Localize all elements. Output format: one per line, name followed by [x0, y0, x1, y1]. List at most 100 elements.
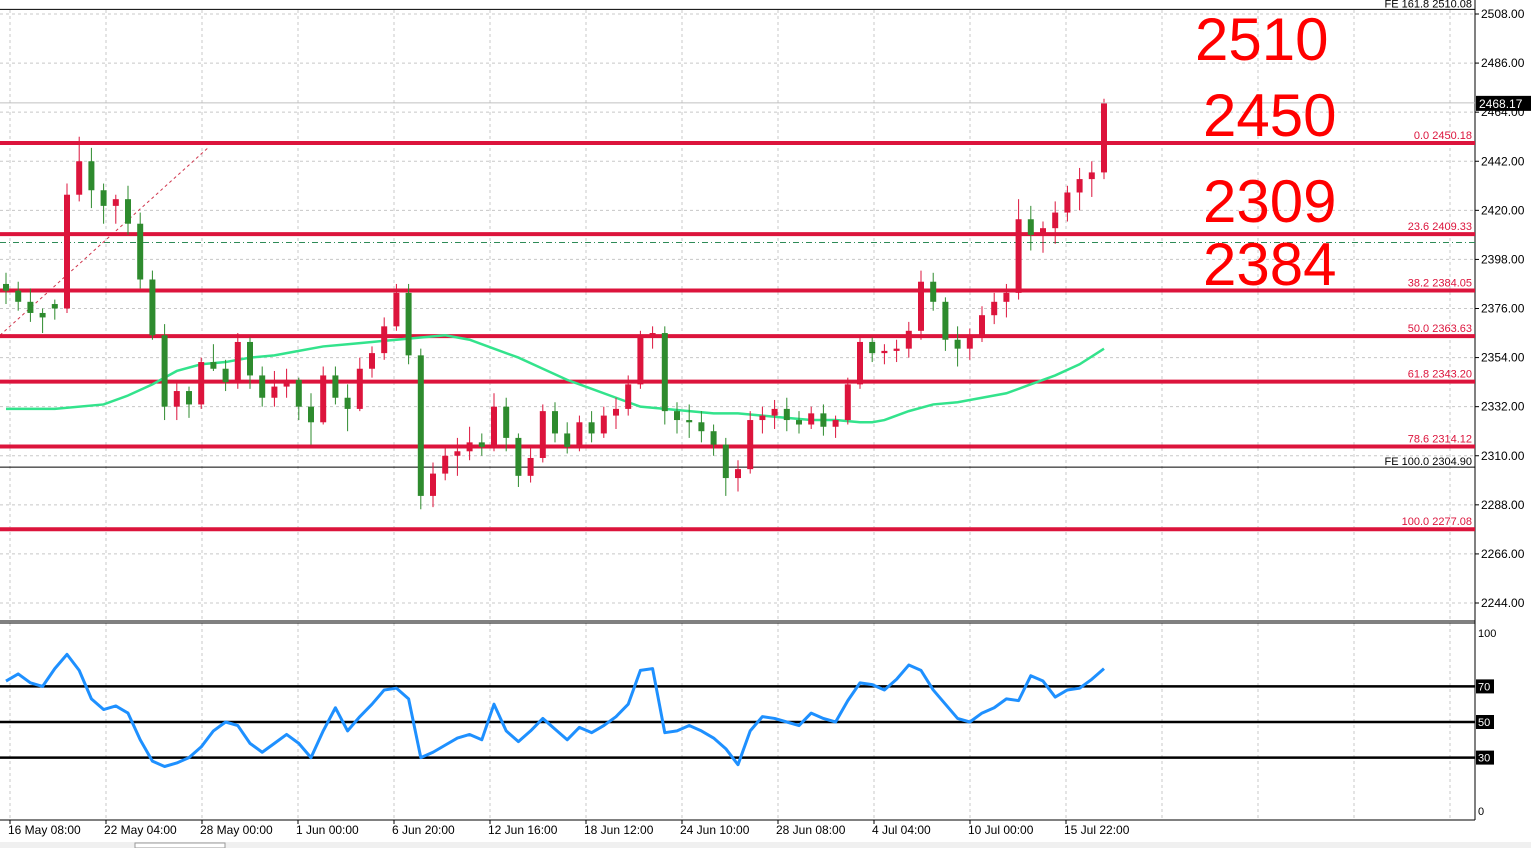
- oscillator-level-label: 30: [1478, 753, 1490, 765]
- price-tick-label: 2310.00: [1481, 449, 1525, 463]
- candle-down: [100, 190, 107, 206]
- time-tick-label: 16 May 08:00: [8, 823, 81, 837]
- candle-down: [125, 199, 131, 224]
- candle-down: [222, 368, 229, 383]
- candle-down: [564, 433, 571, 447]
- time-tick-label: 10 Jul 00:00: [968, 823, 1034, 837]
- fe-level-label: FE 100.0 2304.90: [1385, 456, 1472, 468]
- candle-up: [76, 161, 83, 195]
- candle-up: [918, 281, 924, 331]
- candle-up: [393, 292, 400, 327]
- candle-up: [320, 375, 327, 423]
- candle-down: [210, 362, 217, 369]
- candle-down: [661, 333, 668, 412]
- candle-up: [893, 348, 900, 351]
- candle-down: [186, 391, 192, 405]
- candle-up: [1015, 219, 1022, 293]
- time-tick-label: 4 Jul 04:00: [872, 823, 931, 837]
- candle-up: [844, 384, 851, 421]
- candle-up: [991, 301, 998, 316]
- candle-down: [954, 339, 961, 349]
- price-tick-label: 2398.00: [1481, 252, 1525, 266]
- candle-down: [930, 281, 937, 302]
- time-tick-label: 18 Jun 12:00: [584, 823, 654, 837]
- candle-down: [137, 223, 144, 280]
- candle-up: [625, 384, 632, 409]
- candle-down: [308, 406, 314, 423]
- candle-up: [857, 341, 863, 385]
- fib-level-label: 0.0 2450.18: [1414, 130, 1472, 142]
- fib-level-label: 78.6 2314.12: [1408, 434, 1472, 446]
- time-tick-label: 12 Jun 16:00: [488, 823, 558, 837]
- candle-up: [283, 379, 290, 387]
- oscillator-tick-label: 0: [1478, 806, 1484, 818]
- candle-down: [515, 437, 522, 476]
- candle-up: [832, 420, 839, 427]
- candle-up: [1076, 179, 1083, 193]
- candle-up: [430, 473, 436, 496]
- current-price-label: 2468.17: [1479, 97, 1523, 111]
- candle-down: [478, 442, 485, 447]
- candle-down: [3, 283, 9, 291]
- candle-up: [369, 353, 375, 369]
- candle-up: [527, 457, 534, 476]
- candle-up: [442, 455, 449, 474]
- candle-up: [905, 330, 912, 349]
- candle-down: [686, 420, 693, 423]
- candle-down: [698, 422, 705, 432]
- scrollbar-thumb: [134, 842, 226, 849]
- candle-down: [259, 375, 266, 398]
- candle-up: [637, 337, 644, 385]
- price-tick-label: 2288.00: [1481, 498, 1525, 512]
- candle-down: [674, 411, 680, 421]
- candle-up: [600, 415, 607, 434]
- price-tick-label: 2332.00: [1481, 400, 1525, 414]
- time-tick-label: 22 May 04:00: [104, 823, 177, 837]
- candle-up: [1040, 228, 1046, 235]
- candle-up: [747, 420, 754, 470]
- candle-up: [112, 199, 119, 206]
- candle-up: [1101, 103, 1107, 173]
- candle-down: [552, 411, 558, 434]
- price-tick-label: 2442.00: [1481, 154, 1525, 168]
- candle-up: [613, 408, 619, 416]
- oscillator-level-label: 50: [1478, 717, 1490, 729]
- annotation-label: 2510: [1195, 6, 1329, 73]
- candle-up: [966, 335, 973, 349]
- candle-down: [27, 301, 34, 313]
- candle-up: [64, 194, 70, 309]
- candle-up: [1003, 292, 1010, 302]
- candle-down: [344, 397, 351, 409]
- time-tick-label: 1 Jun 00:00: [296, 823, 359, 837]
- candle-down: [588, 422, 595, 434]
- annotation-label: 2450: [1203, 82, 1337, 149]
- candle-up: [539, 411, 546, 458]
- candle-down: [405, 292, 412, 356]
- candle-down: [710, 431, 717, 445]
- candle-down: [1027, 219, 1034, 235]
- candle-down: [783, 408, 790, 421]
- candle-up: [759, 415, 766, 421]
- candle-up: [735, 469, 741, 479]
- price-tick-label: 2376.00: [1481, 302, 1525, 316]
- candle-up: [466, 442, 473, 452]
- candle-down: [417, 355, 424, 496]
- candle-up: [576, 422, 583, 447]
- price-tick-label: 2354.00: [1481, 351, 1525, 365]
- candle-down: [51, 304, 58, 309]
- candle-down: [247, 341, 253, 376]
- candle-up: [808, 413, 815, 425]
- fib-level-label: 61.8 2343.20: [1408, 369, 1472, 381]
- time-tick-label: 28 Jun 08:00: [776, 823, 846, 837]
- time-tick-label: 24 Jun 10:00: [680, 823, 750, 837]
- price-tick-label: 2486.00: [1481, 56, 1525, 70]
- candle-down: [149, 279, 156, 336]
- price-tick-label: 2244.00: [1481, 596, 1525, 610]
- candle-down: [869, 341, 876, 354]
- candle-up: [881, 350, 888, 354]
- scrollbar-track: [0, 842, 1531, 848]
- time-tick-label: 28 May 00:00: [200, 823, 273, 837]
- candle-down: [39, 312, 46, 318]
- candle-down: [295, 379, 302, 407]
- fib-level-label: 23.6 2409.33: [1408, 221, 1472, 233]
